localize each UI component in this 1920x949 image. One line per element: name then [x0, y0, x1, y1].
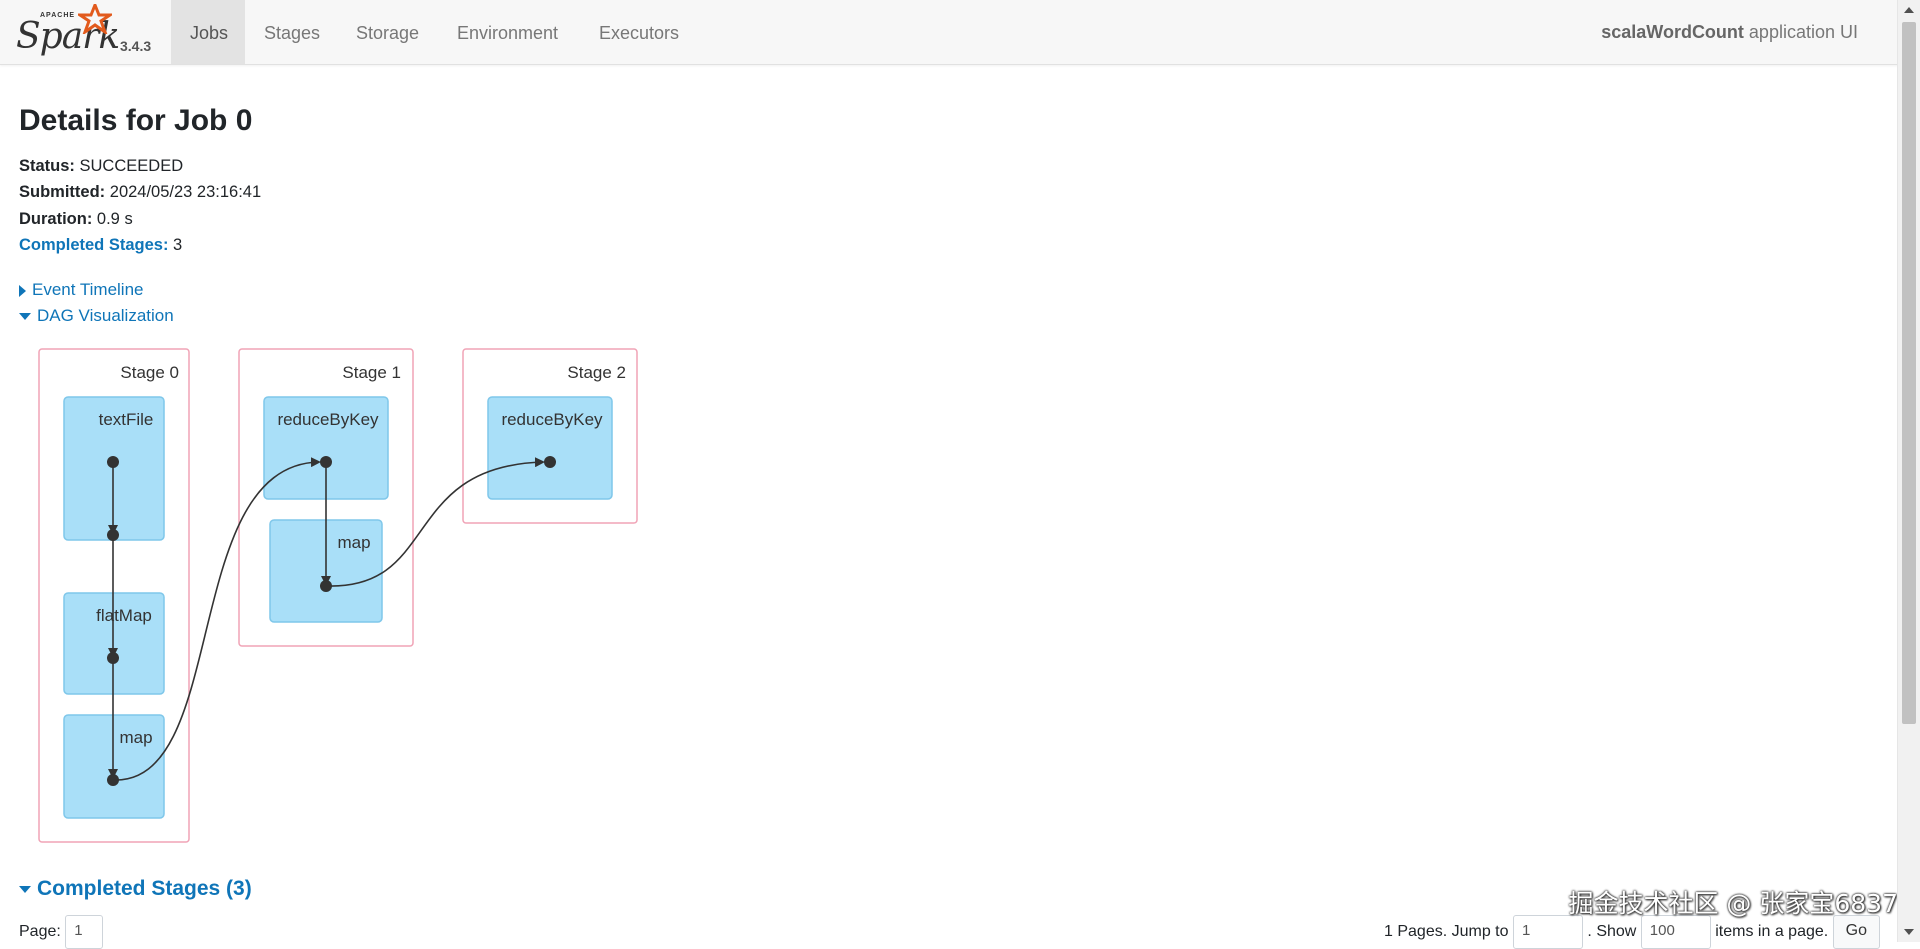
jump-to-page-input[interactable]: 1 [1512, 915, 1583, 949]
op-label: reduceByKey [277, 410, 379, 429]
app-suffix: application UI [1743, 22, 1858, 42]
status-row: Status: SUCCEEDED [19, 157, 184, 175]
op-label: textFile [99, 410, 154, 429]
pagination-right: 1 Pages. Jump to 1 . Show 100 items in a… [1384, 915, 1880, 949]
op-label: flatMap [96, 606, 152, 625]
top-navbar: APACHE Spark 3.4.3 Jobs Stages Storage E… [0, 0, 1898, 65]
completed-stages-count: 3 [173, 236, 183, 254]
collapse-arrow-icon [19, 313, 31, 321]
app-name: scalaWordCount [1601, 22, 1744, 42]
tab-storage[interactable]: Storage [337, 0, 438, 64]
page-number-input[interactable]: 1 [65, 915, 104, 949]
op-flatmap[interactable]: flatMap [63, 592, 165, 695]
stage-2-label: Stage 2 [567, 363, 626, 382]
event-timeline-toggle[interactable]: Event Timeline [19, 280, 144, 300]
app-title: scalaWordCount application UI [1601, 0, 1858, 64]
op-label: reduceByKey [501, 410, 603, 429]
page-size-input[interactable]: 100 [1640, 915, 1711, 949]
op-textfile[interactable]: textFile [63, 396, 165, 541]
collapse-arrow-icon [19, 885, 31, 893]
scrollbar-thumb[interactable] [1902, 22, 1916, 724]
scroll-up-arrow-icon[interactable] [1904, 7, 1914, 13]
spark-logo[interactable]: APACHE Spark 3.4.3 [14, 4, 164, 60]
spark-version: 3.4.3 [120, 38, 152, 54]
submitted-row: Submitted: 2024/05/23 23:16:41 [19, 183, 262, 201]
go-button[interactable]: Go [1832, 915, 1880, 949]
rdd-node [107, 652, 119, 664]
rdd-node [320, 456, 332, 468]
completed-stages-link[interactable]: Completed Stages: [19, 236, 168, 254]
pagination-left: Page: 1 [19, 915, 104, 949]
page-title: Details for Job 0 [19, 104, 253, 137]
page-label: Page: [19, 923, 61, 941]
dag-visualization-toggle[interactable]: DAG Visualization [19, 306, 174, 326]
status-value: SUCCEEDED [79, 157, 184, 175]
dag-graph: Stage 0 textFile flatMap map Stage 1 red… [38, 348, 638, 843]
op-map[interactable]: map [63, 714, 165, 819]
rdd-node [320, 580, 332, 592]
rdd-node [107, 529, 119, 541]
rdd-node [107, 774, 119, 786]
vertical-scrollbar[interactable] [1897, 0, 1920, 942]
items-text: items in a page. [1715, 923, 1829, 941]
tab-environment[interactable]: Environment [438, 0, 577, 64]
op-reducebykey[interactable]: reduceByKey [487, 396, 613, 500]
stage-1-label: Stage 1 [342, 363, 401, 382]
pages-text: 1 Pages. Jump to [1384, 923, 1509, 941]
expand-arrow-icon [19, 284, 26, 297]
tab-stages[interactable]: Stages [245, 0, 339, 64]
stage-2-cluster[interactable]: Stage 2 reduceByKey [462, 348, 638, 524]
completed-stages-toggle[interactable]: Completed Stages (3) [19, 877, 252, 901]
scroll-down-arrow-icon[interactable] [1904, 929, 1914, 935]
op-label: map [337, 533, 370, 552]
submitted-value: 2024/05/23 23:16:41 [109, 183, 262, 201]
rdd-node [107, 456, 119, 468]
tab-executors[interactable]: Executors [580, 0, 698, 64]
watermark: 掘金技术社区 @ 张家宝6837 [1568, 889, 1898, 918]
show-label: . Show [1587, 923, 1637, 941]
tab-jobs[interactable]: Jobs [171, 0, 245, 64]
rdd-node [544, 456, 556, 468]
stage-0-cluster[interactable]: Stage 0 textFile flatMap map [38, 348, 190, 843]
completed-stages-row: Completed Stages: 3 [19, 236, 182, 255]
spark-star-icon [78, 4, 112, 34]
stage-0-label: Stage 0 [120, 363, 179, 382]
duration-row: Duration: 0.9 s [19, 210, 133, 228]
op-label: map [119, 728, 152, 747]
duration-value: 0.9 s [96, 210, 133, 228]
